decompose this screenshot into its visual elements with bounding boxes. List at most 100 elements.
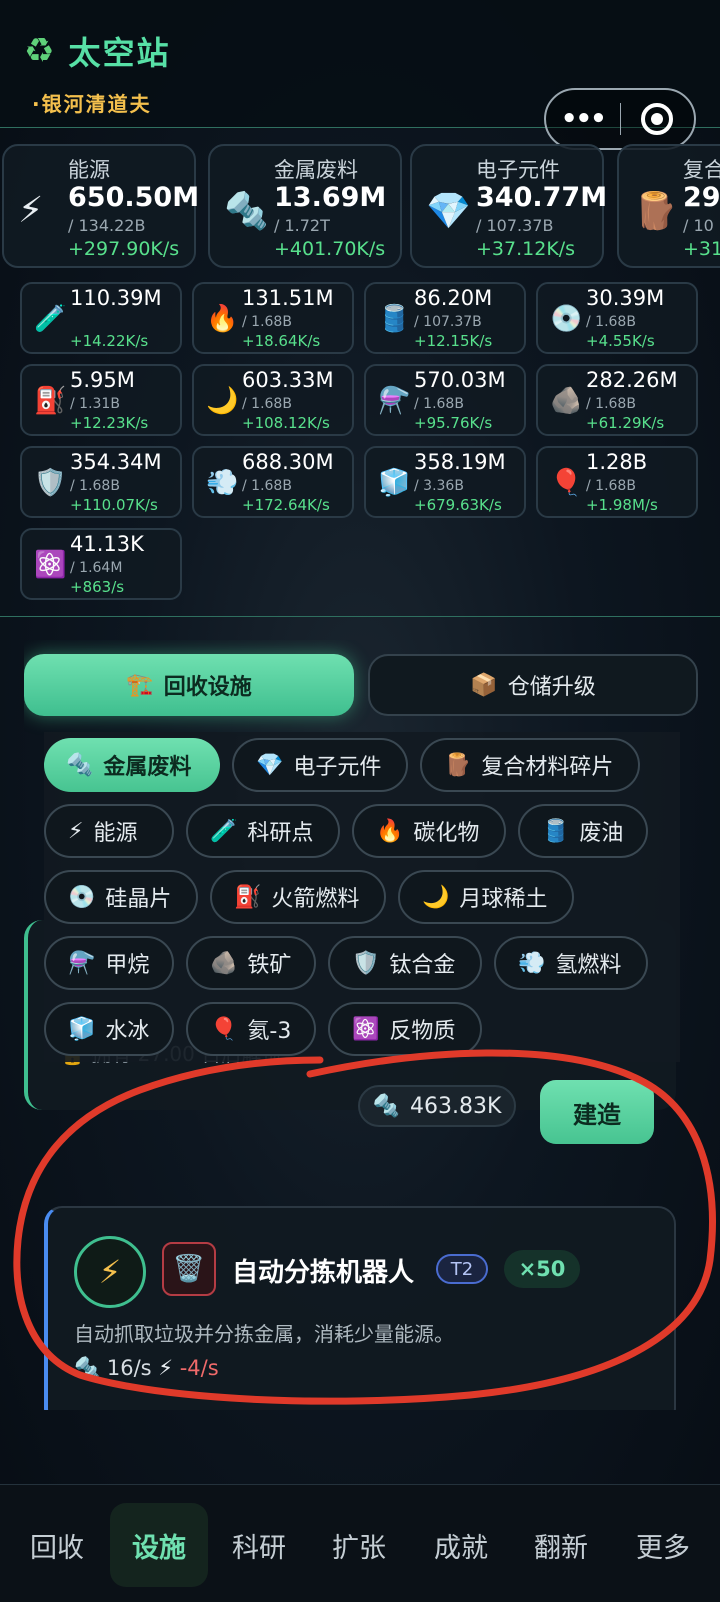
resource-card-hydrogen-fuel[interactable]: 💨 688.30M / 1.68B +172.64K/s [192, 446, 354, 518]
resource-card-energy[interactable]: ⚡ 能源 650.50M / 134.22B +297.90K/s [2, 144, 200, 268]
resource-card-electronics[interactable]: 💎 电子元件 340.77M / 107.37B +37.12K/s [410, 144, 607, 268]
resource-card-water-ice[interactable]: 🧊 358.19M / 3.36B +679.63K/s [364, 446, 526, 518]
fire-icon: 🔥 [376, 818, 404, 844]
resource-rate: +37.12K/s [476, 238, 576, 260]
nav-achievements[interactable]: 成就 [412, 1503, 510, 1587]
diamond-icon: 💎 [256, 752, 284, 778]
filter-chip-water-ice[interactable]: 🧊 水冰 [44, 1002, 174, 1056]
resource-card-titanium-alloy[interactable]: 🛡️ 354.34M / 1.68B +110.07K/s [20, 446, 182, 518]
close-target-button[interactable] [620, 103, 694, 135]
build-button[interactable]: 建造 [540, 1080, 654, 1144]
filter-chip-rocket-fuel[interactable]: ⛽ 火箭燃料 [210, 870, 386, 924]
resource-card-helium3[interactable]: 🎈 1.28B / 1.68B +1.98M/s [536, 446, 698, 518]
nav-renovate[interactable]: 翻新 [512, 1503, 610, 1587]
fuel-pump-icon: ⛽ [234, 884, 262, 910]
resource-value: 86.20M [414, 286, 493, 310]
filter-chip-research[interactable]: 🧪 科研点 [186, 804, 340, 858]
ice-cube-icon: 🧊 [68, 1016, 96, 1042]
filter-chip-metal-scrap[interactable]: 🔩 金属废料 [44, 738, 220, 792]
oil-barrel-icon: 🛢️ [542, 818, 570, 844]
log-icon: 🪵 [633, 191, 678, 232]
test-tube-icon: 🧪 [210, 818, 238, 844]
moon-icon: 🌙 [206, 386, 239, 416]
main-panel: 🏗️ 回收设施 📦 仓储升级 🔒 拥有 27.00 台后解锁 🔩金属废料 💎电子… [24, 640, 700, 1410]
resource-card-waste-oil[interactable]: 🛢️ 86.20M / 107.37B +12.15K/s [364, 282, 526, 354]
resource-card-lunar-rare-earth[interactable]: 🌙 603.33M / 1.68B +108.12K/s [192, 364, 354, 436]
lightning-icon: ⚡ [18, 190, 44, 231]
diamond-icon: 💎 [426, 191, 471, 232]
filter-chip-titanium-alloy[interactable]: 🛡️ 钛合金 [328, 936, 482, 990]
resource-card-rocket-fuel[interactable]: ⛽ 5.95M / 1.31B +12.23K/s [20, 364, 182, 436]
resource-card-methane[interactable]: ⚗️ 570.03M / 1.68B +95.76K/s [364, 364, 526, 436]
filter-chip-antimatter[interactable]: ⚛️ 反物质 [328, 1002, 482, 1056]
resource-rate: +401.70K/s [274, 238, 386, 260]
resource-rate: +95.76K/s [414, 414, 493, 432]
resource-card-carbide[interactable]: 🔥 131.51M / 1.68B +18.64K/s [192, 282, 354, 354]
disc-icon: 💿 [68, 884, 96, 910]
filter-chip-waste-oil[interactable]: 🛢️ 废油 [518, 804, 648, 858]
filter-chip-helium3[interactable]: 🎈 氦-3 [186, 1002, 316, 1056]
filter-chip-methane[interactable]: ⚗️ 甲烷 [44, 936, 174, 990]
chip-label: 能源 [93, 821, 138, 846]
chip-label: 电子元件 [293, 755, 382, 780]
chip-label: 火箭燃料 [271, 887, 360, 912]
shield-icon: 🛡️ [34, 468, 67, 498]
facility-name: 自动分拣机器人 [232, 1258, 415, 1288]
resource-value: 5.95M [70, 368, 135, 392]
header: ♻ 太空站 ·银河清道夫 ••• [0, 0, 720, 150]
filter-chip-carbide[interactable]: 🔥 碳化物 [352, 804, 506, 858]
resource-rate: +1.98M/s [586, 496, 658, 514]
resource-value: 131.51M [242, 286, 334, 310]
nav-facilities[interactable]: 设施 [110, 1503, 208, 1587]
nav-recycle[interactable]: 回收 [8, 1503, 106, 1587]
tab-label: 仓储升级 [507, 675, 596, 700]
resource-rate: +12.23K/s [70, 414, 149, 432]
lightning-icon: ⚡ [158, 1356, 174, 1380]
wind-icon: 💨 [518, 950, 546, 976]
fuel-pump-icon: ⛽ [34, 386, 67, 416]
filter-chip-iron-ore[interactable]: 🪨 铁矿 [186, 936, 316, 990]
logo-row: ♻ 太空站 [24, 28, 171, 74]
resource-card-composite[interactable]: 🪵 复合 298 / 10 +31 [617, 144, 720, 268]
tab-recycling-facilities[interactable]: 🏗️ 回收设施 [24, 654, 354, 716]
filter-chip-lunar-rare-earth[interactable]: 🌙 月球稀土 [398, 870, 574, 924]
filter-chip-silicon-wafer[interactable]: 💿 硅晶片 [44, 870, 198, 924]
more-options-button[interactable]: ••• [546, 104, 620, 134]
resource-rate: +110.07K/s [70, 496, 158, 514]
tier-badge: T2 [436, 1254, 488, 1284]
consumption-rate: -4/s [179, 1356, 219, 1380]
resource-cap: / 134.22B [68, 216, 146, 235]
log-icon: 🪵 [444, 752, 472, 778]
rock-icon: 🪨 [210, 950, 238, 976]
tab-storage-upgrades[interactable]: 📦 仓储升级 [368, 654, 698, 716]
moon-icon: 🌙 [422, 884, 450, 910]
resource-cap: / 107.37B [476, 216, 554, 235]
filter-chip-electronics[interactable]: 💎 电子元件 [232, 738, 408, 792]
facility-rates: 🔩 16/s ⚡ -4/s [74, 1356, 219, 1381]
filter-chip-energy[interactable]: ⚡ 能源 [44, 804, 174, 858]
resource-rate: +172.64K/s [242, 496, 330, 514]
chip-label: 科研点 [247, 821, 314, 846]
chip-label: 硅晶片 [105, 887, 172, 912]
filter-chip-hydrogen-fuel[interactable]: 💨 氢燃料 [494, 936, 648, 990]
trash-icon: 🗑️ [162, 1242, 216, 1296]
disc-icon: 💿 [550, 304, 583, 334]
resource-cap: / 1.68B [414, 396, 464, 412]
resource-card-metal-scrap[interactable]: 🔩 金属废料 13.69M / 1.72T +401.70K/s [208, 144, 402, 268]
resource-rate: +14.22K/s [70, 332, 149, 350]
nav-more[interactable]: 更多 [614, 1503, 712, 1587]
nav-research[interactable]: 科研 [210, 1503, 308, 1587]
resource-value: 650.50M [68, 182, 200, 213]
facility-card-sorting-robot: ⚡ 🗑️ 自动分拣机器人 T2 ×50 自动抓取垃圾并分拣金属，消耗少量能源。 … [44, 1206, 676, 1410]
resource-card-iron-ore[interactable]: 🪨 282.26M / 1.68B +61.29K/s [536, 364, 698, 436]
test-tube-icon: 🧪 [34, 304, 67, 334]
resource-card-research[interactable]: 🧪 110.39M +14.22K/s [20, 282, 182, 354]
resource-card-antimatter[interactable]: ⚛️ 41.13K / 1.64M +863/s [20, 528, 182, 600]
filter-chip-composite[interactable]: 🪵 复合材料碎片 [420, 738, 640, 792]
resource-card-silicon-wafer[interactable]: 💿 30.39M / 1.68B +4.55K/s [536, 282, 698, 354]
resource-cap: / 1.68B [242, 478, 292, 494]
resource-rate: +297.90K/s [68, 238, 180, 260]
resource-value: 358.19M [414, 450, 506, 474]
nav-expansion[interactable]: 扩张 [310, 1503, 408, 1587]
resource-value: 603.33M [242, 368, 334, 392]
